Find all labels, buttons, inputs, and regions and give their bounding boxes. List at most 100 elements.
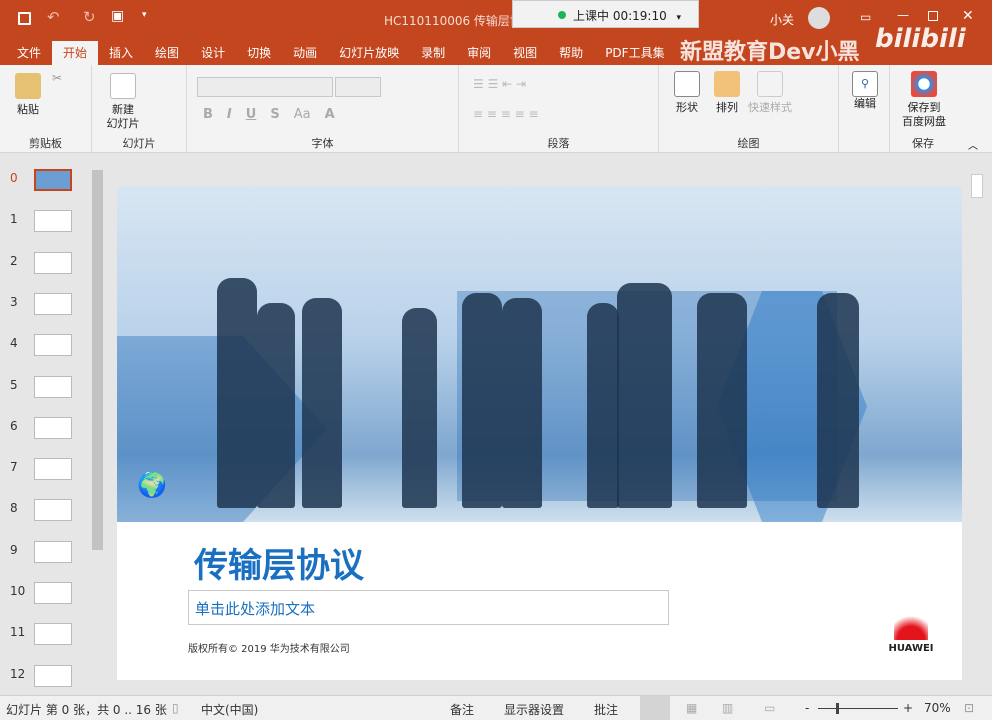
slide-thumbnail[interactable]	[34, 375, 72, 398]
present-icon[interactable]: ▣	[111, 8, 124, 24]
reading-view-button[interactable]: ▥	[722, 701, 733, 715]
paragraph-group: ☰ ☰ ⇤ ⇥ ≡ ≡ ≡ ≡ ≡ 段落	[459, 65, 659, 153]
tab-pdf-tools[interactable]: PDF工具集	[594, 41, 675, 65]
slide-thumbnail[interactable]	[34, 169, 72, 191]
tab-view[interactable]: 视图	[502, 41, 548, 65]
thumbnail-scrollbar[interactable]	[91, 158, 104, 694]
slide-thumbnail[interactable]	[34, 540, 72, 563]
slide-counter: 幻灯片 第 0 张，共 0 .. 16 张	[6, 703, 167, 717]
slide-thumbnail[interactable]	[34, 458, 72, 481]
normal-view-button[interactable]	[640, 696, 670, 720]
paragraph-label: 段落	[547, 137, 570, 150]
tab-slideshow[interactable]: 幻灯片放映	[328, 41, 410, 65]
notes-button[interactable]: 备注	[450, 701, 474, 718]
slide-thumbnail[interactable]	[34, 623, 72, 646]
comments-button[interactable]: 批注	[594, 701, 618, 718]
undo-icon[interactable]: ↶	[47, 8, 60, 26]
customize-qat-icon[interactable]: ▾	[142, 10, 147, 20]
language[interactable]: 中文(中国)	[201, 701, 258, 718]
slide-thumbnail[interactable]	[34, 664, 72, 687]
slide-thumbnail[interactable]	[34, 292, 72, 315]
zoom-slider[interactable]	[818, 703, 898, 714]
avatar[interactable]	[808, 7, 830, 29]
save-group: 保存到 百度网盘 保存	[890, 65, 956, 153]
shadow-button[interactable]: S	[270, 107, 279, 122]
align-icons[interactable]: ≡ ≡ ≡ ≡ ≡	[473, 107, 539, 121]
close-icon[interactable]: ✕	[962, 8, 974, 24]
slide-canvas[interactable]: 🌍 传输层协议 单击此处添加文本 版权所有© 2019 华为技术有限公司 HUA…	[117, 186, 962, 680]
tab-insert[interactable]: 插入	[98, 41, 144, 65]
ribbon-display-icon[interactable]: ▭	[860, 10, 871, 24]
slideshow-button[interactable]: ▭	[764, 701, 775, 715]
thumbnail-number: 5	[10, 377, 18, 392]
font-color-button[interactable]: A	[325, 107, 335, 122]
user-name: 小关	[770, 13, 795, 27]
save-label-1: 保存到	[907, 101, 941, 114]
editing-button[interactable]: ⚲ 编辑	[847, 71, 883, 111]
minimize-icon[interactable]: —	[897, 8, 909, 22]
redo-icon[interactable]: ↻	[83, 8, 96, 26]
cut-icon[interactable]: ✂	[52, 71, 62, 85]
tab-home[interactable]: 开始	[52, 41, 99, 65]
tab-file[interactable]: 文件	[6, 41, 52, 65]
slide-thumbnail[interactable]	[34, 210, 72, 233]
paste-button[interactable]: 粘贴	[10, 73, 46, 117]
search-icon: ⚲	[852, 71, 878, 97]
slide-sorter-button[interactable]: ▦	[686, 701, 697, 715]
tab-help[interactable]: 帮助	[548, 41, 594, 65]
fit-slide-icon[interactable]: ⊡	[964, 701, 974, 715]
spellcheck-icon[interactable]: ▯	[172, 701, 179, 715]
thumbnail-number: 0	[10, 171, 18, 185]
tab-animations[interactable]: 动画	[282, 41, 328, 65]
slide-thumbnail[interactable]	[34, 582, 72, 604]
huawei-wordmark: HUAWEI	[888, 643, 934, 654]
tab-transitions[interactable]: 切换	[236, 41, 282, 65]
font-size-select[interactable]	[335, 77, 381, 97]
arrange-icon	[714, 71, 740, 97]
shapes-label: 形状	[676, 101, 698, 114]
drawing-group: 形状 排列 快速样式 绘图	[659, 65, 839, 153]
paste-icon	[15, 73, 41, 99]
underline-button[interactable]: U	[246, 107, 257, 122]
tab-draw[interactable]: 绘图	[144, 41, 190, 65]
shapes-button[interactable]: 形状	[667, 71, 707, 115]
huawei-logo: HUAWEI	[883, 610, 939, 654]
zoom-level[interactable]: 70%	[924, 701, 951, 715]
new-slide-button[interactable]: 新建 幻灯片	[98, 73, 148, 131]
maximize-icon[interactable]	[928, 11, 938, 21]
slide-thumbnail[interactable]	[34, 251, 72, 274]
subtitle-placeholder[interactable]: 单击此处添加文本	[188, 590, 669, 625]
save-label: 保存	[912, 137, 934, 150]
tab-design[interactable]: 设计	[190, 41, 236, 65]
slide-thumbnail[interactable]	[34, 416, 72, 439]
thumbnail-number: 7	[10, 460, 18, 475]
new-slide-label-1: 新建	[112, 103, 134, 116]
thumbnail-number: 9	[10, 542, 18, 557]
editing-group: ⚲ 编辑	[839, 65, 890, 153]
slide-thumbnail[interactable]	[34, 499, 72, 522]
save-label-2: 百度网盘	[902, 115, 946, 128]
display-settings-button[interactable]: 显示器设置	[504, 701, 564, 718]
slide-title[interactable]: 传输层协议	[194, 538, 364, 587]
zoom-in-button[interactable]: +	[903, 701, 913, 715]
bold-button[interactable]: B	[203, 107, 213, 122]
status-bar: 幻灯片 第 0 张，共 0 .. 16 张 ▯ 中文(中国) 备注 显示器设置 …	[0, 695, 992, 720]
tab-record[interactable]: 录制	[410, 41, 456, 65]
collapse-ribbon-icon[interactable]: ︿	[968, 137, 978, 152]
quick-styles-button[interactable]: 快速样式	[745, 71, 795, 115]
zoom-out-button[interactable]: -	[805, 701, 809, 715]
editor-scrollbar[interactable]	[969, 158, 985, 693]
meeting-status-popup[interactable]: 上课中 00:19:10 ▾	[512, 0, 699, 28]
bullets-icon[interactable]: ☰ ☰ ⇤ ⇥	[473, 77, 526, 91]
italic-button[interactable]: I	[227, 107, 232, 122]
document-title: HC110110006 传输层协	[384, 14, 522, 28]
tab-review[interactable]: 审阅	[456, 41, 502, 65]
arrange-button[interactable]: 排列	[707, 71, 747, 115]
font-name-select[interactable]	[197, 77, 333, 97]
save-icon[interactable]	[18, 12, 31, 25]
meeting-status-text: 上课中 00:19:10	[573, 9, 667, 23]
quick-styles-icon	[757, 71, 783, 97]
change-case-button[interactable]: Aa	[294, 107, 311, 122]
save-baidu-button[interactable]: 保存到 百度网盘	[896, 71, 952, 129]
slide-thumbnail[interactable]	[34, 334, 72, 357]
